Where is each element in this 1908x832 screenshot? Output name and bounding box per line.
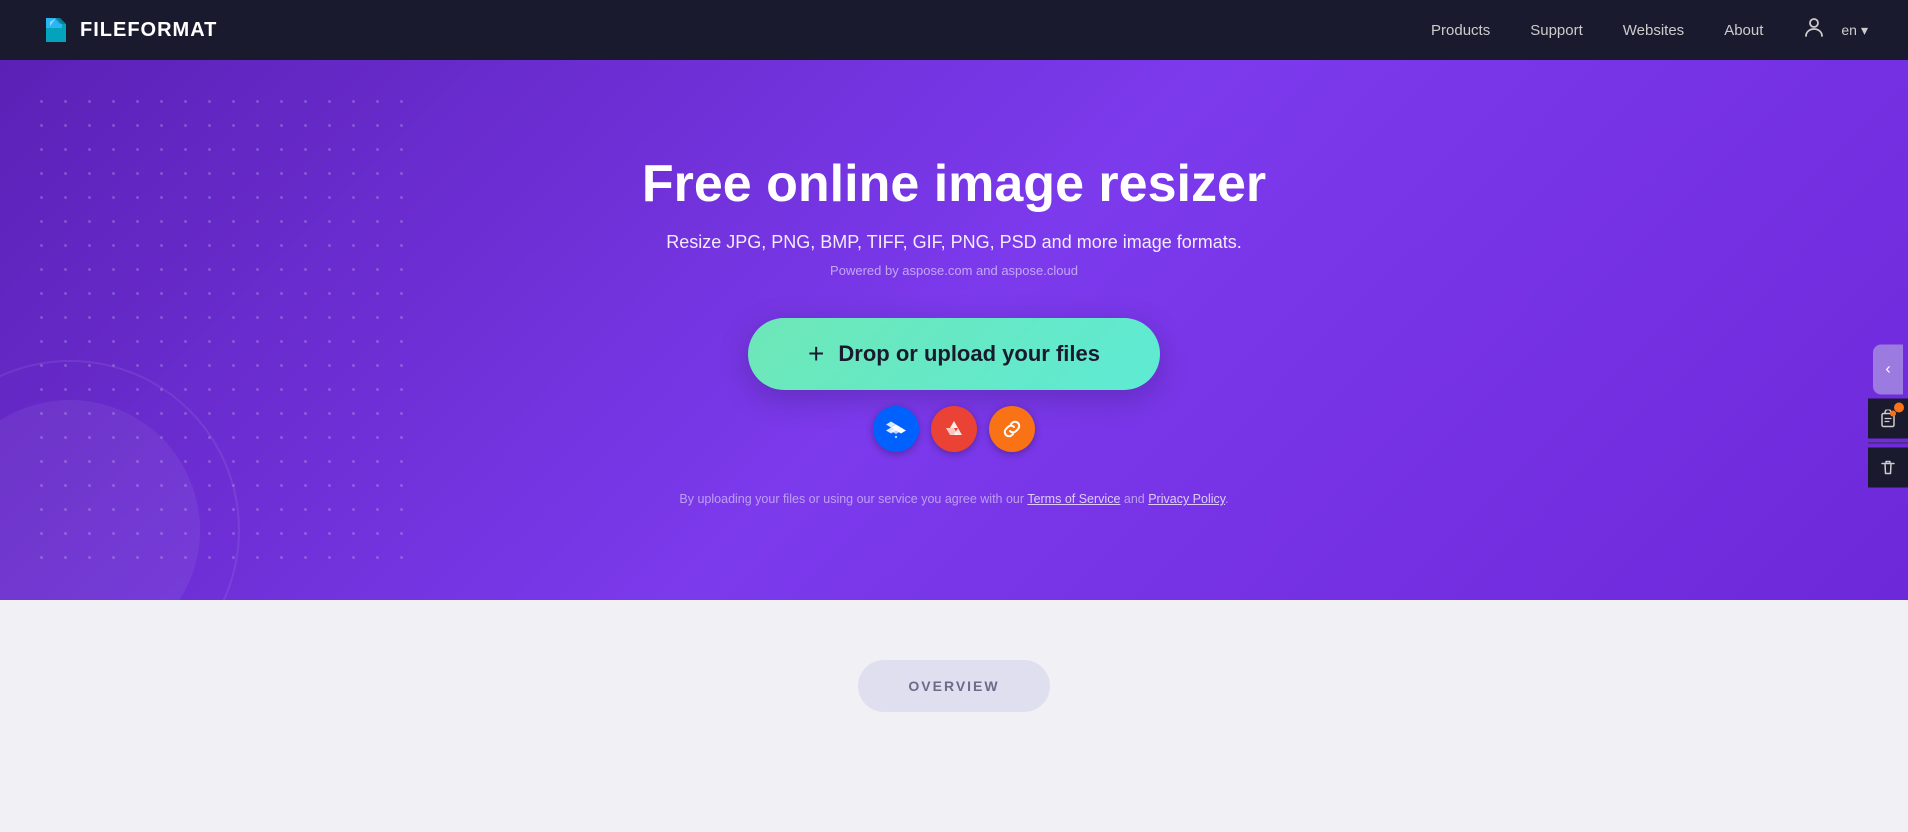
privacy-policy-link[interactable]: Privacy Policy [1148,492,1225,506]
sidebar-trash-button[interactable] [1868,448,1908,488]
plus-icon: + [808,340,824,368]
lang-label: en [1841,22,1857,38]
terms-of-service-link[interactable]: Terms of Service [1027,492,1120,506]
clipboard-icon [1879,410,1897,428]
nav-right-controls: en ▾ [1803,16,1868,44]
sidebar-divider [1868,443,1908,444]
navbar: FILEFORMAT Products Support Websites Abo… [0,0,1908,60]
hero-terms: By uploading your files or using our ser… [679,492,1228,506]
nav-websites[interactable]: Websites [1623,22,1684,39]
hero-powered-by: Powered by aspose.com and aspose.cloud [830,263,1078,278]
url-upload-button[interactable] [989,406,1035,452]
floating-sidebar: ‹ [1868,345,1908,488]
nav-products[interactable]: Products [1431,22,1490,39]
logo[interactable]: FILEFORMAT [40,14,217,46]
google-drive-upload-button[interactable] [931,406,977,452]
trash-icon [1879,459,1897,477]
sidebar-clipboard-button[interactable] [1868,399,1908,439]
overview-button[interactable]: OVERVIEW [858,660,1049,712]
upload-button[interactable]: + Drop or upload your files [748,318,1160,390]
nav-support[interactable]: Support [1530,22,1583,39]
upload-button-label: Drop or upload your files [838,341,1100,367]
logo-icon [40,14,72,46]
nav-about[interactable]: About [1724,22,1763,39]
circle-decoration [0,400,200,600]
sidebar-toggle-icon: ‹ [1885,361,1890,379]
circle-decoration-2 [0,360,240,600]
hero-title: Free online image resizer [642,154,1266,214]
below-hero-section: OVERVIEW [0,600,1908,800]
dropbox-upload-button[interactable] [873,406,919,452]
hero-section: Free online image resizer Resize JPG, PN… [0,60,1908,600]
language-selector[interactable]: en ▾ [1841,22,1868,39]
upload-sources [873,406,1035,452]
user-icon[interactable] [1803,16,1825,44]
logo-text: FILEFORMAT [80,19,217,42]
dots-decoration-left [0,60,420,600]
sidebar-toggle-button[interactable]: ‹ [1873,345,1903,395]
hero-subtitle: Resize JPG, PNG, BMP, TIFF, GIF, PNG, PS… [666,232,1242,253]
lang-chevron-icon: ▾ [1861,22,1868,39]
nav-links: Products Support Websites About [1431,22,1763,39]
